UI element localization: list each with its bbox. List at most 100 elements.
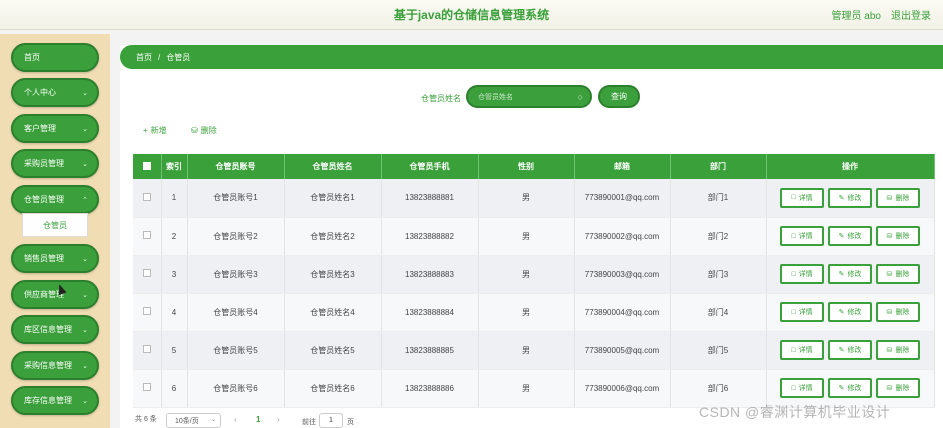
chevron-down-icon: ⌄	[82, 398, 88, 405]
select-all-checkbox[interactable]	[142, 161, 151, 170]
cell-dept: 部门1	[670, 179, 767, 218]
main-content: 首页 / 仓管员 仓管员姓名 仓管员姓名 ○ 查询 + 新增 ⛁ 删除 索引 仓…	[120, 45, 943, 428]
next-page-icon[interactable]: ›	[277, 415, 280, 424]
row-delete-button[interactable]: ⛁ 删除	[876, 340, 920, 360]
button-label: 删除	[895, 271, 910, 278]
row-checkbox[interactable]	[142, 345, 151, 353]
row-select-cell[interactable]	[133, 217, 162, 256]
app-title: 基于java的仓储信息管理系统	[393, 8, 550, 22]
select-all-cell[interactable]	[133, 154, 162, 179]
cell-email: 773890001@qq.com	[574, 179, 671, 218]
goto-label: 前往	[302, 419, 316, 426]
breadcrumb-current: 仓管员	[166, 52, 191, 62]
chevron-down-icon: ⌄	[82, 292, 88, 299]
breadcrumb-separator: /	[158, 52, 161, 62]
goto-page-input[interactable]: 1	[319, 413, 343, 428]
add-button[interactable]: + 新增	[143, 125, 167, 136]
edit-button[interactable]: ✎ 修改	[828, 378, 872, 398]
trash-icon: ⛁	[886, 233, 893, 240]
row-checkbox[interactable]	[142, 307, 151, 315]
row-delete-button[interactable]: ⛁ 删除	[876, 302, 920, 322]
sidebar-item-storage-area[interactable]: 库区信息管理 ⌄	[11, 315, 99, 344]
cell-gender: 男	[478, 331, 575, 370]
cell-name: 仓管员姓名2	[284, 217, 382, 256]
edit-button[interactable]: ✎ 修改	[828, 226, 872, 246]
breadcrumb-home[interactable]: 首页	[136, 52, 152, 63]
cell-dept: 部门3	[670, 255, 767, 294]
column-header: 仓管员姓名	[284, 154, 382, 179]
submenu-item-warehouse-keeper[interactable]: 仓管员	[22, 213, 88, 237]
sidebar-item-customer[interactable]: 客户管理 ⌄	[11, 114, 99, 143]
button-label: 修改	[847, 309, 862, 316]
column-header: 邮箱	[574, 154, 671, 179]
row-checkbox[interactable]	[142, 269, 151, 277]
query-button[interactable]: 查询	[598, 85, 640, 108]
cell-actions: □ 详情 ✎ 修改 ⛁ 删除	[766, 179, 935, 218]
cell-index: 4	[161, 293, 188, 332]
edit-button[interactable]: ✎ 修改	[828, 264, 872, 284]
row-select-cell[interactable]	[133, 293, 162, 332]
cell-account: 仓管员账号1	[187, 179, 285, 218]
detail-button[interactable]: □ 详情	[780, 302, 824, 322]
cell-actions: □ 详情 ✎ 修改 ⛁ 删除	[766, 293, 935, 332]
button-label: 修改	[847, 271, 862, 278]
cell-account: 仓管员账号2	[187, 217, 285, 256]
document-icon: □	[791, 194, 796, 202]
cell-gender: 男	[478, 369, 575, 408]
column-header: 部门	[670, 154, 767, 179]
search-input[interactable]: 仓管员姓名 ○	[466, 85, 592, 108]
detail-button[interactable]: □ 详情	[780, 264, 824, 284]
edit-button[interactable]: ✎ 修改	[828, 187, 872, 208]
table-row: 4 仓管员账号4 仓管员姓名4 13823888884 男 773890004@qq.co…	[133, 293, 935, 332]
edit-button[interactable]: ✎ 修改	[828, 340, 872, 360]
sidebar-item-inventory-info[interactable]: 库存信息管理 ⌄	[11, 386, 99, 415]
row-delete-button[interactable]: ⛁ 删除	[876, 226, 920, 246]
cell-email: 773890002@qq.com	[574, 217, 671, 256]
page-number-current[interactable]: 1	[256, 415, 260, 424]
row-delete-button[interactable]: ⛁ 删除	[876, 264, 920, 284]
sidebar-item-personal-center[interactable]: 个人中心 ⌄	[11, 78, 99, 107]
pencil-icon: ✎	[838, 271, 845, 278]
trash-icon: ⛁	[191, 126, 198, 135]
logout-link[interactable]: 退出登录	[891, 7, 931, 22]
cell-gender: 男	[478, 255, 575, 294]
sidebar-item-purchase-info[interactable]: 采购信息管理 ⌄	[11, 351, 99, 380]
sidebar-item-supplier[interactable]: 供应商管理 ⌄	[11, 280, 99, 309]
cell-index: 5	[161, 331, 188, 370]
sidebar-item-warehouse-keeper[interactable]: 仓管员管理 ⌃	[11, 185, 99, 214]
prev-page-icon[interactable]: ‹	[234, 415, 237, 424]
detail-button[interactable]: □ 详情	[780, 340, 824, 360]
cell-gender: 男	[478, 217, 575, 256]
table-row: 2 仓管员账号2 仓管员姓名2 13823888882 男 773890002@qq.co…	[133, 217, 935, 256]
chevron-up-icon: ⌃	[82, 197, 88, 204]
sidebar-item-label: 库存信息管理	[24, 396, 72, 405]
detail-button[interactable]: □ 详情	[780, 226, 824, 246]
sidebar-item-salesperson[interactable]: 销售员管理 ⌄	[11, 244, 99, 273]
batch-delete-button[interactable]: ⛁ 删除	[191, 125, 217, 136]
table-row: 3 仓管员账号3 仓管员姓名3 13823888883 男 773890003@qq.co…	[133, 255, 935, 294]
row-checkbox[interactable]	[142, 231, 151, 239]
detail-button[interactable]: □ 详情	[780, 378, 824, 398]
row-select-cell[interactable]	[133, 331, 162, 370]
detail-button[interactable]: □ 详情	[780, 187, 824, 208]
row-checkbox[interactable]	[142, 192, 151, 201]
row-select-cell[interactable]	[133, 179, 162, 218]
sidebar-item-purchaser[interactable]: 采购员管理 ⌄	[11, 149, 99, 178]
pagination-total: 共 6 条	[135, 416, 157, 423]
column-header: 仓管员账号	[187, 154, 285, 179]
row-select-cell[interactable]	[133, 255, 162, 294]
button-label: 删除	[895, 385, 910, 392]
button-label: 详情	[798, 194, 813, 202]
breadcrumb: 首页 / 仓管员	[120, 45, 943, 69]
edit-button[interactable]: ✎ 修改	[828, 302, 872, 322]
row-checkbox[interactable]	[142, 383, 151, 391]
sidebar-item-home[interactable]: 首页	[11, 43, 99, 72]
row-select-cell[interactable]	[133, 369, 162, 408]
trash-icon: ⛁	[886, 309, 893, 316]
row-delete-button[interactable]: ⛁ 删除	[876, 378, 920, 398]
page-size-select[interactable]: 10条/页 ⌄	[166, 413, 221, 428]
pencil-icon: ✎	[838, 347, 845, 354]
button-label: 修改	[847, 233, 862, 240]
search-icon: ○	[577, 92, 583, 102]
row-delete-button[interactable]: ⛁ 删除	[876, 187, 920, 208]
